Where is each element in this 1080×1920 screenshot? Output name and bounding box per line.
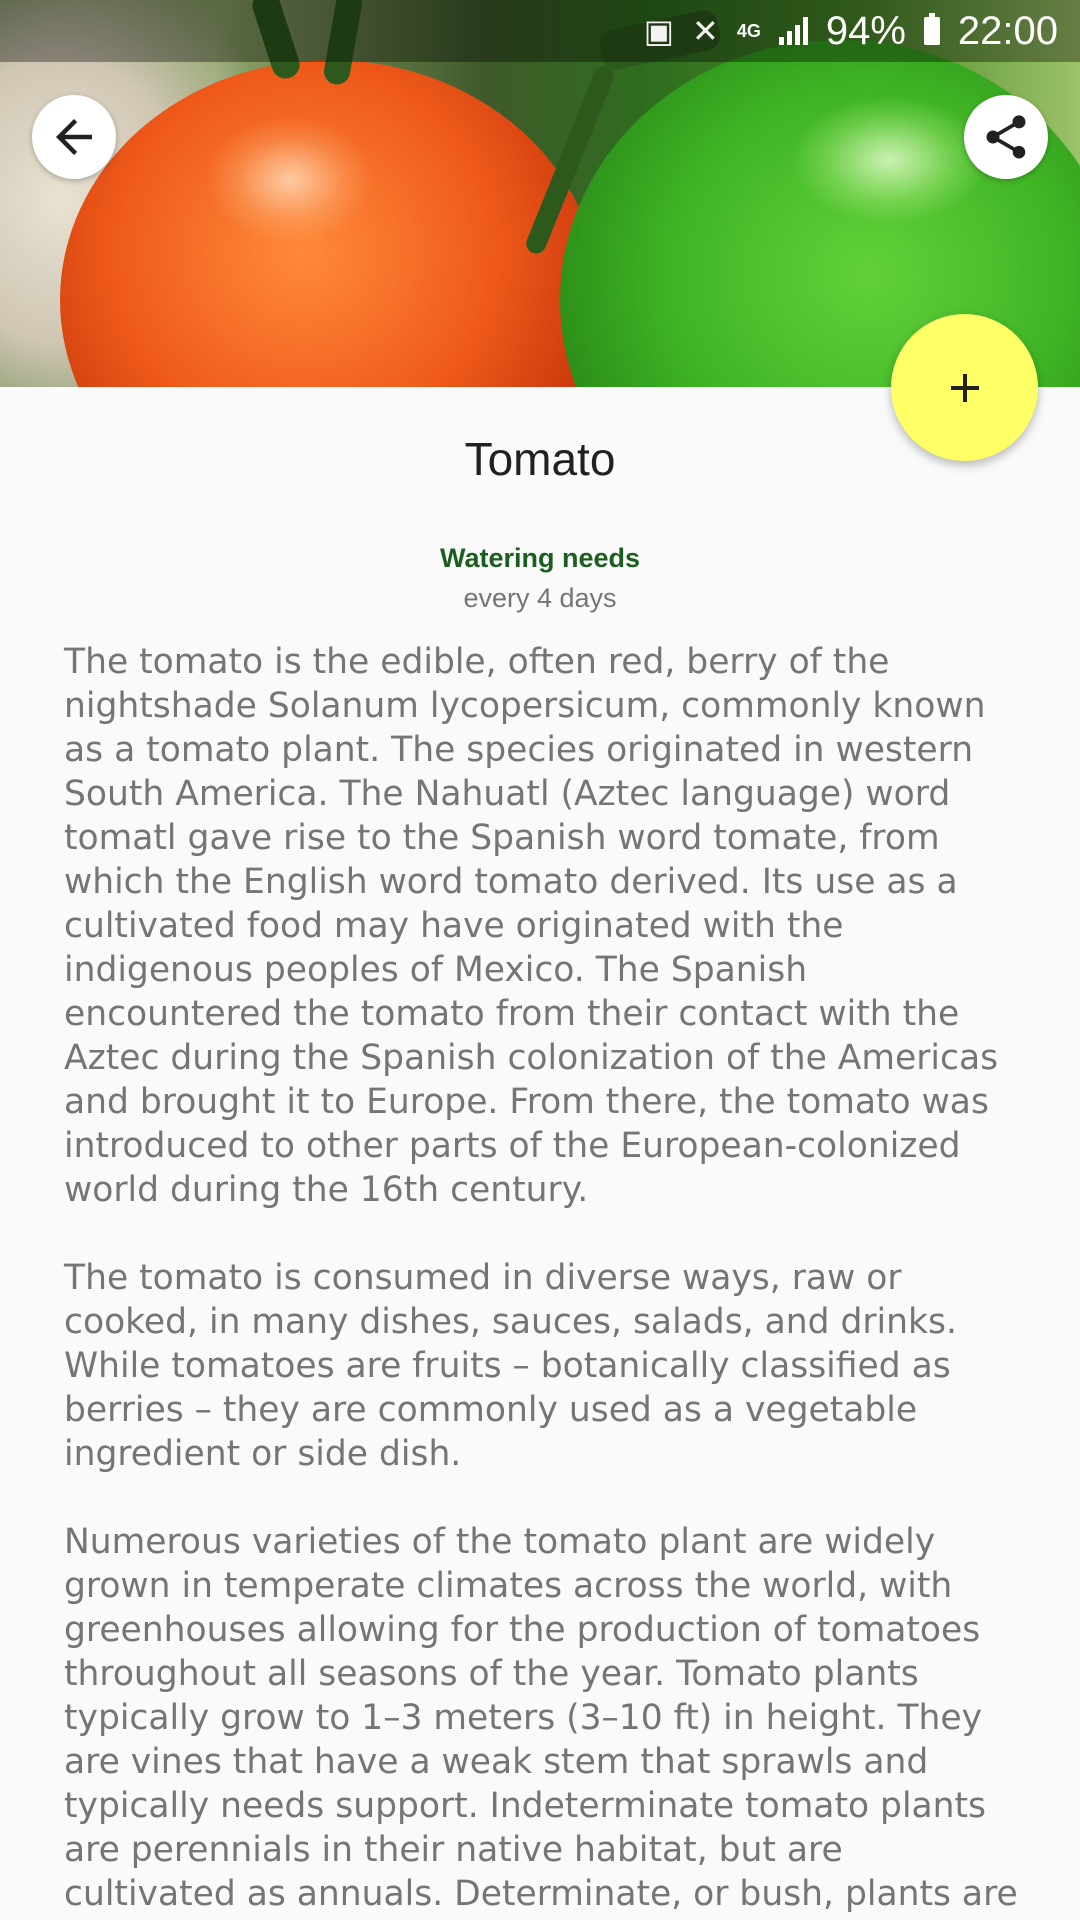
share-button[interactable]	[964, 95, 1048, 179]
network-type: 4G	[736, 21, 761, 41]
back-button[interactable]	[32, 95, 116, 179]
plant-description: The tomato is the edible, often red, ber…	[64, 642, 1018, 1920]
mute-icon: ✕	[692, 13, 719, 49]
plant-detail-screen: ▣ ✕ 4G 94% 22:00 Tomato Watering needs e…	[0, 0, 1080, 1920]
arrow-left-icon	[56, 119, 92, 155]
clock: 22:00	[957, 8, 1058, 53]
watering-needs-label: Watering needs	[439, 543, 641, 573]
battery-percent: 94%	[825, 8, 906, 53]
share-icon	[986, 115, 1026, 159]
plant-title: Tomato	[464, 433, 616, 485]
red-tomato-shape	[60, 60, 600, 387]
signal-icon	[778, 17, 808, 45]
status-bar: ▣ ✕ 4G 94% 22:00	[0, 0, 1080, 62]
watering-needs-value: every 4 days	[463, 583, 617, 613]
plus-icon	[950, 373, 979, 402]
sim-lock-icon: ▣	[643, 13, 674, 49]
battery-icon	[923, 13, 940, 45]
